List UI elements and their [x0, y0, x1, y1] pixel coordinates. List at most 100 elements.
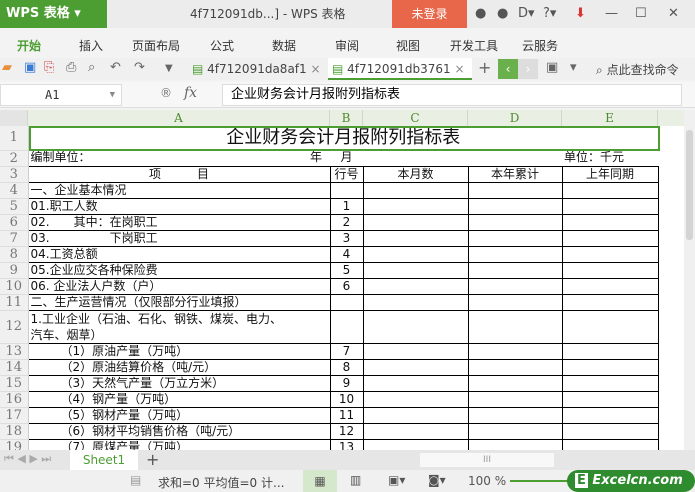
cell-item[interactable]: 01.职工人数	[27, 197, 331, 215]
add-sheet-icon[interactable]: +	[146, 450, 159, 469]
cell-d[interactable]	[467, 309, 563, 344]
cell-row-no[interactable]: 6	[329, 277, 364, 295]
cell-c[interactable]	[362, 181, 469, 199]
cell-e[interactable]	[561, 293, 659, 311]
cell-item[interactable]: 02. 其中：在岗职工	[27, 213, 331, 231]
cell-item[interactable]: （3）天然气产量（万立方米）	[27, 374, 331, 392]
tab-menu-icon[interactable]: ▾	[570, 60, 577, 75]
cell-item[interactable]: 03. 下岗职工	[27, 229, 331, 247]
tab-developer[interactable]: 开发工具	[450, 37, 498, 54]
row-header[interactable]: 5	[0, 198, 29, 215]
doc-tab-2[interactable]: ▤ 4f712091db3761 ×	[328, 58, 472, 80]
new-tab-icon[interactable]: +	[478, 58, 491, 77]
cell-b2[interactable]: 月	[330, 150, 363, 166]
doc-tab-1[interactable]: ▤ 4f712091da8af1 ×	[188, 58, 324, 80]
cell-row-no[interactable]: 5	[329, 261, 364, 279]
report-title[interactable]: 企业财务会计月报附列指标表	[28, 126, 658, 150]
eye-protection-icon[interactable]: ◙▾	[428, 473, 446, 487]
row-header[interactable]: 9	[0, 262, 29, 279]
cell-d[interactable]	[467, 277, 563, 295]
cell-c[interactable]	[362, 438, 469, 450]
cell-e[interactable]	[561, 422, 659, 440]
wps-menu-button[interactable]: WPS 表格 ▾	[0, 0, 107, 28]
row-header[interactable]: 1	[0, 126, 29, 151]
cell-item[interactable]: （1）原油产量（万吨）	[27, 342, 331, 360]
cell-item[interactable]: （5）钢材产量（万吨）	[27, 406, 331, 424]
cell-c[interactable]	[362, 358, 469, 376]
cell-e[interactable]	[561, 358, 659, 376]
sheet-nav-arrows[interactable]: ⏮ ◀ ▶ ⏭	[4, 452, 51, 466]
cell-row-no[interactable]	[329, 309, 364, 344]
cell-row-no[interactable]: 4	[329, 245, 364, 263]
select-all-button[interactable]	[0, 110, 28, 126]
cell-e[interactable]	[561, 245, 659, 263]
open-icon[interactable]: ▰	[2, 60, 12, 75]
cell-c[interactable]	[362, 390, 469, 408]
cell-e[interactable]	[561, 342, 659, 360]
tab-review[interactable]: 审阅	[335, 37, 359, 54]
cell-d[interactable]	[467, 422, 563, 440]
row-header[interactable]: 11	[0, 294, 29, 311]
row-header[interactable]: 17	[0, 407, 29, 424]
cell-c[interactable]	[362, 245, 469, 263]
close-tab-icon[interactable]: ×	[454, 62, 464, 76]
cell-item[interactable]: 06. 企业法人户数（户）	[27, 277, 331, 295]
cell-item[interactable]: （2）原油结算价格（吨/元）	[27, 358, 331, 376]
cell-d[interactable]	[467, 229, 563, 247]
tab-view[interactable]: 视图	[396, 37, 420, 54]
cell-d[interactable]: 本年累计	[467, 165, 563, 183]
minimize-button[interactable]: —	[605, 0, 618, 28]
scroll-tabs-right-button[interactable]: ›	[518, 59, 538, 79]
download-icon[interactable]: ⬇	[575, 0, 586, 28]
print-preview-icon[interactable]: ⌕	[88, 60, 95, 75]
tab-page-layout[interactable]: 页面布局	[132, 37, 180, 54]
cell-c[interactable]	[362, 229, 469, 247]
cell-c[interactable]	[362, 309, 469, 344]
cell-c[interactable]	[362, 261, 469, 279]
tab-data[interactable]: 数据	[272, 37, 296, 54]
row-header[interactable]: 15	[0, 375, 29, 392]
cell-d[interactable]	[467, 197, 563, 215]
zoom-formula-icon[interactable]: ®	[160, 86, 172, 100]
cell-row-no[interactable]: 11	[329, 406, 364, 424]
zoom-slider[interactable]	[510, 480, 570, 482]
tab-list-icon[interactable]: ▣	[546, 60, 558, 75]
cell-c[interactable]	[362, 422, 469, 440]
row-header[interactable]: 19	[0, 439, 29, 450]
row-header[interactable]: 10	[0, 278, 29, 295]
close-tab-icon[interactable]: ×	[311, 62, 321, 76]
cell-row-no[interactable]: 13	[329, 438, 364, 450]
zoom-level[interactable]: 100 %	[468, 474, 506, 488]
row-header[interactable]: 12	[0, 310, 29, 344]
page-break-view-icon[interactable]: ▥	[350, 473, 361, 487]
print-icon[interactable]: ⎙	[66, 60, 76, 75]
spreadsheet-grid[interactable]: 1 企业财务会计月报附列指标表 2 编制单位：年月单位：千元 3 项 目行号 本月数 本年累计…	[0, 126, 684, 450]
row-header[interactable]: 18	[0, 423, 29, 440]
row-header[interactable]: 6	[0, 214, 29, 231]
save-icon[interactable]: ▣	[24, 60, 36, 75]
cell-e[interactable]	[561, 213, 659, 231]
tab-formula[interactable]: 公式	[210, 37, 234, 54]
column-header-c[interactable]: C	[363, 110, 468, 126]
skin-icon[interactable]: ●	[475, 0, 486, 28]
cell-d[interactable]	[467, 374, 563, 392]
cell-e[interactable]	[561, 277, 659, 295]
cell-row-no[interactable]: 9	[329, 374, 364, 392]
cell-e[interactable]	[561, 374, 659, 392]
row-header[interactable]: 7	[0, 230, 29, 247]
tab-insert[interactable]: 插入	[79, 37, 103, 54]
column-header-e[interactable]: E	[562, 110, 658, 126]
close-button[interactable]: ✕	[668, 0, 679, 28]
scroll-thumb[interactable]	[686, 130, 693, 240]
cell-e[interactable]	[561, 390, 659, 408]
function-icon[interactable]: fx	[184, 85, 197, 101]
cell-d[interactable]	[467, 342, 563, 360]
name-box[interactable]: A1 ▼	[0, 84, 122, 106]
horizontal-scrollbar[interactable]: III	[420, 453, 554, 467]
more-dropdown-icon[interactable]: ▼	[165, 63, 173, 74]
row-header[interactable]: 16	[0, 391, 29, 408]
cell-row-no[interactable]: 3	[329, 229, 364, 247]
cell-item[interactable]: 05.企业应交各种保险费	[27, 261, 331, 279]
cell-e[interactable]	[561, 229, 659, 247]
cell-e[interactable]	[561, 181, 659, 199]
